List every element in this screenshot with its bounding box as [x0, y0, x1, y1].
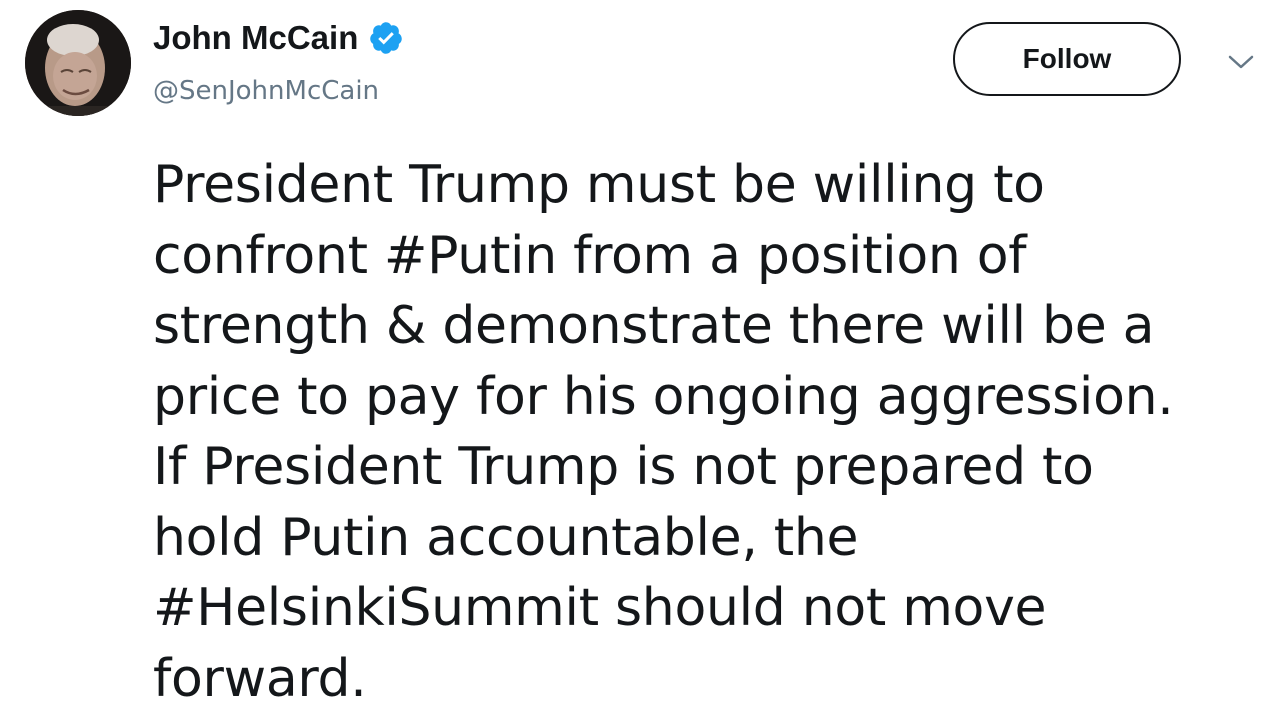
verified-badge-icon [368, 20, 404, 56]
profile-photo [25, 10, 131, 116]
tweet-text: President Trump must be willing to confr… [153, 155, 1174, 709]
chevron-down-icon[interactable] [1226, 50, 1256, 74]
author-handle[interactable]: @SenJohnMcCain [153, 74, 379, 108]
author-name-row: John McCain [153, 18, 404, 58]
author-display-name[interactable]: John McCain [153, 18, 358, 58]
avatar[interactable] [25, 10, 131, 116]
follow-button[interactable]: Follow [953, 22, 1181, 96]
